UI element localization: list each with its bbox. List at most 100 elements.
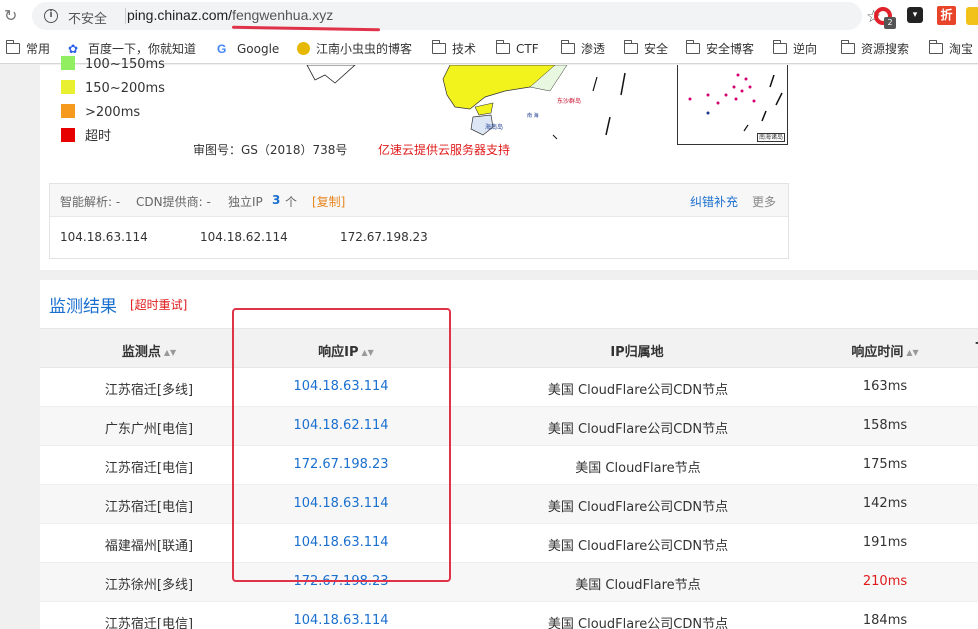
legend-swatch [61,80,75,94]
info-icon[interactable]: i [44,9,58,23]
column-header-label: 响应时间 [851,345,904,360]
table-row: 江苏宿迁[电信] 104.18.63.114 美国 CloudFlare公司CDN节… [40,602,978,629]
cell-ip-location: 美国 CloudFlare节点 [575,578,701,593]
table-row: 江苏宿迁[多线] 104.18.63.114 美国 CloudFlare公司CDN节… [40,368,978,407]
cell-ip-location: 美国 CloudFlare公司CDN节点 [547,539,729,554]
legend-item: >200ms [61,104,140,122]
svg-text:南 海: 南 海 [527,112,539,119]
security-label[interactable]: 不安全 [68,8,107,27]
more-link[interactable]: 更多 [752,193,776,210]
folder-icon [623,40,638,54]
legend-swatch [61,104,75,118]
cell-ip-location: 美国 CloudFlare公司CDN节点 [547,617,729,629]
fix-link[interactable]: 纠错补充 [690,193,738,210]
url-host: ping.chinaz.com/ [127,7,233,23]
address-bar[interactable]: i 不安全 ping.chinaz.com/fengwenhua.xyz ☆ [32,2,881,30]
results-card: 监测结果 [超时重试] 监测点▲▼ 响应IP▲▼ IP归属地 响应时间▲▼ T … [40,280,978,629]
sort-icon: ▲▼ [906,348,919,357]
cell-ip-location: 美国 CloudFlare公司CDN节点 [547,383,729,398]
cell-monitor-point: 广东广州[电信] [104,422,194,437]
map-approval-number: 审图号：GS（2018）738号 [193,143,348,157]
bookmark-item[interactable]: 淘宝 [928,40,974,58]
column-header-point[interactable]: 监测点 ▲▼ [84,341,214,360]
bookmark-item[interactable]: 技术 [431,40,477,58]
sort-icon: ▲▼ [163,348,177,357]
cell-response-time: 175ms [862,457,908,472]
legend-label: >200ms [85,105,141,120]
bookmark-label: 渗透 [581,42,606,56]
column-header-label: IP归属地 [610,345,664,360]
sponsor-link[interactable]: 亿速云提供云服务器支持 [378,141,510,158]
table-row: 江苏宿迁[电信] 172.67.198.23 美国 CloudFlare节点 175m… [40,446,978,485]
bookmark-item[interactable]: 逆向 [772,40,818,58]
results-title: 监测结果 [49,297,117,317]
folder-icon [685,40,700,54]
dns-info-box: 智能解析: - CDN提供商: - 独立IP 3 个 [复制] 纠错补充 更多 … [49,183,789,259]
legend-label: 超时 [85,129,112,144]
bookmark-label: 技术 [452,42,477,56]
folder-icon [772,40,787,54]
copy-link[interactable]: [复制] [312,193,345,210]
coin-icon [297,42,310,55]
cell-response-time: 191ms [862,535,908,550]
cell-monitor-point: 江苏宿迁[电信] [104,617,194,629]
extension-icon[interactable] [966,7,978,25]
unique-ip-label: 独立IP [228,195,263,209]
map-label: 东沙群岛 [557,97,581,105]
reload-icon[interactable]: ↻ [4,6,22,26]
cell-response-time: 158ms [862,418,908,433]
bookmark-label: 百度一下，你就知道 [88,42,197,56]
cell-response-time: 142ms [862,496,908,511]
timeout-retry-link[interactable]: [超时重试] [130,296,187,313]
legend-swatch [61,56,75,70]
bookmark-item[interactable]: CTF [495,40,539,58]
table-row: 广东广州[电信] 104.18.62.114 美国 CloudFlare公司CDN节… [40,407,978,446]
legend-item: 150~200ms [61,80,165,98]
bookmark-label: CTF [516,42,539,56]
ghostery-extension-icon[interactable]: ▾ [907,7,923,23]
dns-ip: 172.67.198.23 [340,230,428,244]
dns-info-header: 智能解析: - CDN提供商: - 独立IP 3 个 [复制] 纠错补充 更多 [50,184,788,217]
url-path: fengwenhua.xyz [232,7,334,23]
bookmark-label: Google [237,42,280,56]
unique-ip-count: 3 [272,193,281,207]
folder-icon [560,40,575,54]
cell-monitor-point: 福建福州[联通] [104,539,194,554]
cell-monitor-point: 江苏宿迁[多线] [104,383,194,398]
cell-response-time: 210ms [862,574,908,589]
bookmark-item[interactable]: 常用 [5,40,51,58]
bookmark-label: 淘宝 [949,42,974,56]
folder-icon [431,40,446,54]
cell-response-ip[interactable]: 104.18.63.114 [276,613,406,628]
dns-ip: 104.18.63.114 [60,230,148,244]
cell-ip-location: 美国 CloudFlare节点 [575,461,701,476]
cell-ip-location: 美国 CloudFlare公司CDN节点 [547,500,729,515]
results-table-header: 监测点▲▼ 响应IP▲▼ IP归属地 响应时间▲▼ T [40,328,978,368]
table-row: 江苏宿迁[电信] 104.18.63.114 美国 CloudFlare公司CDN节… [40,485,978,524]
bookmark-item[interactable]: 安全 [623,40,668,58]
bookmark-item[interactable]: 江南小虫虫的博客 [297,40,412,58]
page-content: 100~150ms 150~200ms >200ms 超时 东沙群岛 海南岛 南 海 [0,56,978,629]
omnibox-divider [125,8,126,24]
bookmark-item[interactable]: 资源搜索 [840,40,909,58]
cell-monitor-point: 江苏宿迁[电信] [104,500,194,515]
url-text[interactable]: ping.chinaz.com/fengwenhua.xyz [127,7,333,23]
column-header-time[interactable]: 响应时间 ▲▼ [820,341,950,360]
bookmark-label: 安全博客 [706,42,755,56]
cell-monitor-point: 江苏徐州[多线] [104,578,194,593]
unique-ip-unit: 个 [285,195,298,209]
china-map: 东沙群岛 海南岛 南 海 [306,65,626,140]
zhe-extension-icon[interactable]: 折 [937,6,956,25]
bookmark-item[interactable]: 渗透 [560,40,606,58]
table-row: 江苏徐州[多线] 172.67.198.23 美国 CloudFlare节点 210m… [40,563,978,602]
legend-swatch [61,128,75,142]
bookmark-label: 逆向 [793,42,818,56]
inset-label: 南海诸岛 [756,133,785,142]
bookmark-item[interactable]: 安全博客 [685,40,755,58]
bookmark-item[interactable]: G Google [217,40,279,58]
cell-monitor-point: 江苏宿迁[电信] [104,461,194,476]
folder-icon [5,40,20,54]
bookmark-label: 常用 [26,42,51,56]
extension-badge: 2 [884,17,896,29]
legend-label: 150~200ms [85,81,165,96]
